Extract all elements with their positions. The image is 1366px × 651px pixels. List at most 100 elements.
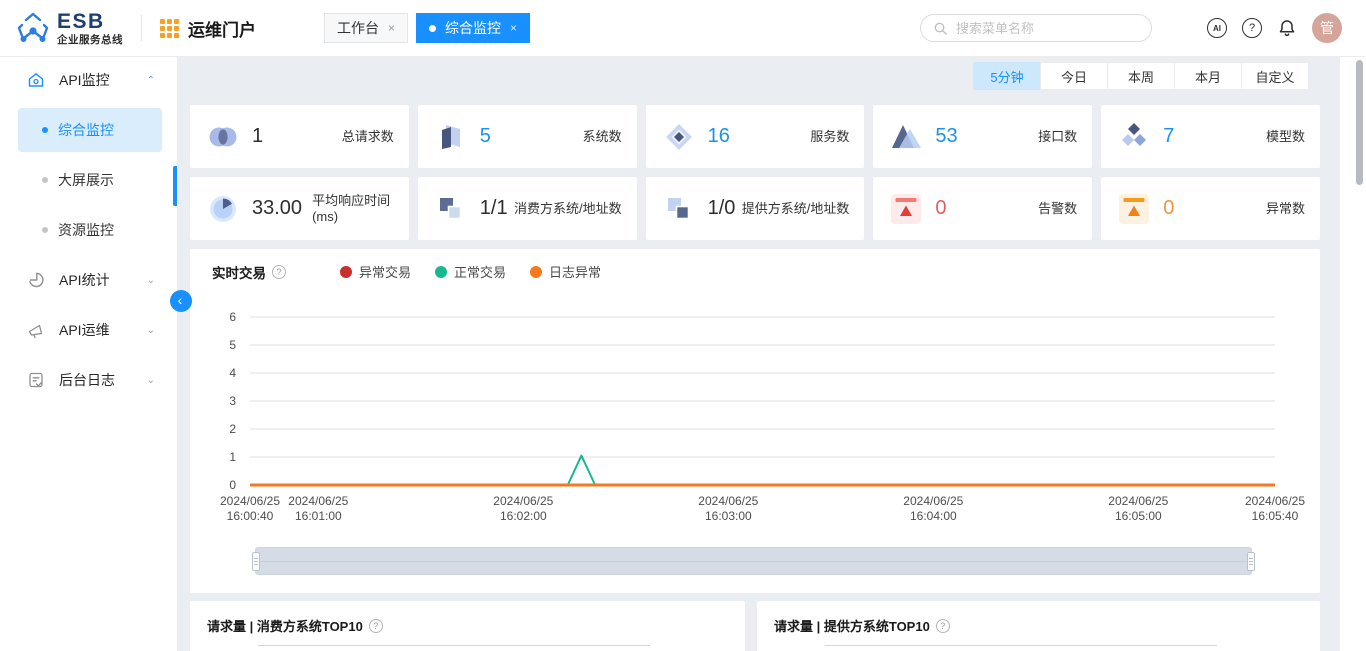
filter-custom[interactable]: 自定义 — [1241, 62, 1309, 90]
active-tab-dot-icon — [429, 25, 436, 32]
header-actions: AI ? 管 — [1207, 0, 1342, 56]
sidebar-item-label: 大屏展示 — [58, 170, 114, 190]
chevron-up-icon[interactable]: ⌃ — [147, 75, 155, 86]
datazoom-right-handle[interactable] — [1247, 552, 1255, 571]
sidebar-item-api-operations[interactable]: API运维 ⌄ — [0, 308, 177, 352]
stat-value: 5 — [480, 125, 491, 148]
sidebar-item-comprehensive-monitor[interactable]: 综合监控 — [18, 108, 162, 152]
logo-title: ESB — [57, 11, 123, 32]
sidebar-item-label: API运维 — [59, 320, 110, 340]
stat-card-avg-response: 33.00 平均响应时间(ms) — [190, 177, 409, 240]
stat-card-models: 7 模型数 — [1101, 105, 1320, 168]
interface-triangle-icon — [889, 120, 923, 154]
page-scrollbar-thumb[interactable] — [1356, 60, 1363, 185]
stat-label: 平均响应时间(ms) — [312, 193, 390, 225]
search-input[interactable] — [954, 20, 1139, 37]
svg-text:16:05:00: 16:05:00 — [1115, 509, 1162, 523]
time-range-filter: 5分钟 今日 本周 本月 自定义 — [190, 62, 1309, 90]
stat-value: 0 — [935, 197, 946, 220]
svg-text:2: 2 — [229, 422, 236, 436]
sidebar-item-api-statistics[interactable]: API统计 ⌄ — [0, 258, 177, 302]
mini-chart-line — [258, 645, 650, 646]
stat-cards-row-1: 1 总请求数 5 系统数 16 服务数 53 — [190, 105, 1320, 168]
filter-this-month[interactable]: 本月 — [1174, 62, 1242, 90]
sidebar: API监控 ⌃ 综合监控 大屏展示 资源监控 API统计 ⌄ — [0, 56, 177, 651]
tab-workbench[interactable]: 工作台 × — [324, 13, 408, 43]
help-icon[interactable]: ? — [1242, 18, 1262, 38]
provider-top10-card: 请求量 | 提供方系统TOP10 ? — [757, 601, 1320, 651]
stat-label: 告警数 — [1038, 201, 1077, 217]
sidebar-item-label: API统计 — [59, 270, 110, 290]
bullet-dot-icon — [42, 177, 48, 183]
chart-title: 实时交易 ? — [212, 262, 286, 282]
stat-card-systems: 5 系统数 — [418, 105, 637, 168]
datazoom-left-handle[interactable] — [252, 552, 260, 571]
ai-assistant-icon[interactable]: AI — [1207, 18, 1227, 38]
stat-card-interfaces: 53 接口数 — [873, 105, 1092, 168]
stat-value: 1/1 — [480, 197, 508, 220]
chevron-down-icon[interactable]: ⌄ — [147, 375, 155, 386]
close-icon[interactable]: × — [510, 21, 517, 35]
esb-logo: ESB 企业服务总线 — [14, 10, 123, 46]
sidebar-item-big-screen[interactable]: 大屏展示 — [18, 158, 162, 202]
stat-label: 模型数 — [1266, 129, 1305, 145]
filter-today[interactable]: 今日 — [1040, 62, 1108, 90]
sidebar-item-resource-monitor[interactable]: 资源监控 — [18, 208, 162, 252]
datazoom-center-line — [258, 561, 1249, 562]
close-icon[interactable]: × — [388, 21, 395, 35]
page-scrollbar-track[interactable] — [1340, 56, 1366, 651]
service-diamond-icon — [662, 120, 696, 154]
svg-text:16:04:00: 16:04:00 — [910, 509, 957, 523]
legend-item-abnormal[interactable]: 异常交易 — [340, 262, 411, 281]
svg-text:0: 0 — [229, 478, 236, 492]
help-icon[interactable]: ? — [936, 619, 950, 633]
svg-text:2024/06/25: 2024/06/25 — [1245, 494, 1305, 508]
svg-text:2024/06/25: 2024/06/25 — [220, 494, 280, 508]
svg-text:2024/06/25: 2024/06/25 — [698, 494, 758, 508]
svg-text:2024/06/25: 2024/06/25 — [288, 494, 348, 508]
active-item-indicator — [173, 166, 177, 206]
card-title: 请求量 | 消费方系统TOP10 ? — [207, 616, 383, 635]
notification-bell-icon[interactable] — [1277, 18, 1297, 38]
app-header: ESB 企业服务总线 运维门户 工作台 × 综合监控 × AI ? — [0, 0, 1366, 56]
portal-label: 运维门户 — [188, 16, 256, 41]
help-icon[interactable]: ? — [272, 265, 286, 279]
sidebar-item-backend-logs[interactable]: 后台日志 ⌄ — [0, 358, 177, 402]
legend-item-normal[interactable]: 正常交易 — [435, 262, 506, 281]
stat-card-total-requests: 1 总请求数 — [190, 105, 409, 168]
chevron-down-icon[interactable]: ⌄ — [147, 325, 155, 336]
legend-item-log-exception[interactable]: 日志异常 — [530, 262, 601, 281]
main-content: 5分钟 今日 本周 本月 自定义 1 总请求数 5 系统数 — [177, 56, 1340, 651]
filter-this-week[interactable]: 本周 — [1107, 62, 1175, 90]
home-icon — [27, 71, 45, 89]
stat-card-consumer-systems: 1/1 消费方系统/地址数 — [418, 177, 637, 240]
datazoom-slider[interactable] — [255, 547, 1252, 575]
grid-icon — [160, 19, 179, 38]
svg-text:5: 5 — [229, 338, 236, 352]
user-avatar[interactable]: 管 — [1312, 13, 1342, 43]
sidebar-item-label: 资源监控 — [58, 220, 114, 240]
stat-value: 1 — [252, 125, 263, 148]
esb-logo-icon — [14, 10, 52, 46]
tab-comprehensive-monitor[interactable]: 综合监控 × — [416, 13, 530, 43]
header-divider — [141, 15, 142, 41]
stat-card-services: 16 服务数 — [646, 105, 865, 168]
stat-label: 异常数 — [1266, 201, 1305, 217]
realtime-transactions-card: 实时交易 ? 异常交易 正常交易 日志异常 01234562024/06/251… — [190, 249, 1320, 593]
filter-5min[interactable]: 5分钟 — [973, 62, 1041, 90]
stat-value: 1/0 — [708, 197, 736, 220]
svg-text:16:00:40: 16:00:40 — [227, 509, 274, 523]
help-icon[interactable]: ? — [369, 619, 383, 633]
realtime-line-chart: 01234562024/06/2516:00:402024/06/2516:01… — [190, 301, 1320, 536]
tab-label: 工作台 — [337, 18, 379, 38]
menu-search[interactable] — [920, 14, 1152, 42]
sidebar-collapse-button[interactable]: ‹ — [170, 290, 192, 312]
stat-label: 接口数 — [1038, 129, 1077, 145]
consumer-top10-card: 请求量 | 消费方系统TOP10 ? — [190, 601, 745, 651]
system-icon — [434, 120, 468, 154]
sidebar-item-api-monitor[interactable]: API监控 ⌃ — [0, 58, 177, 102]
stat-value: 16 — [708, 125, 730, 148]
bullet-dot-icon — [42, 127, 48, 133]
chevron-down-icon[interactable]: ⌄ — [147, 275, 155, 286]
alert-icon — [889, 192, 923, 226]
